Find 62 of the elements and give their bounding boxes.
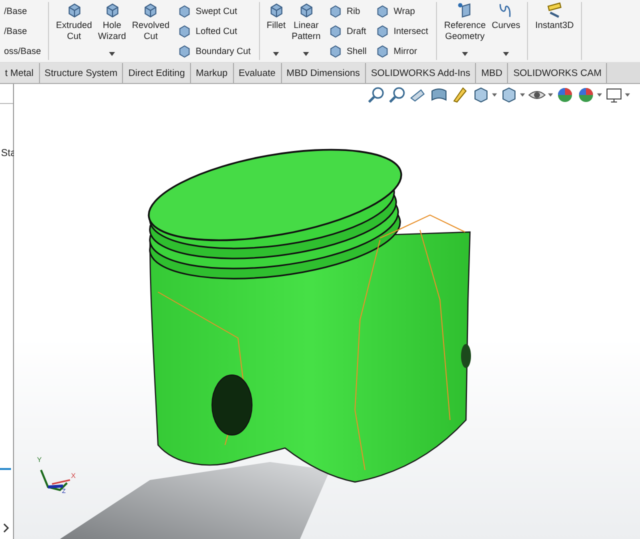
hexagon-icon [176, 24, 192, 38]
view-toolbar-button[interactable] [367, 86, 385, 104]
command-tab[interactable]: MBD [476, 63, 508, 83]
command-tab[interactable]: Direct Editing [123, 63, 191, 83]
view-toolbar-button[interactable] [577, 86, 602, 104]
cube-icon [66, 2, 83, 19]
hexagon-icon [328, 44, 343, 58]
ribbon-button[interactable]: Intersect [372, 22, 430, 40]
command-tab[interactable]: SOLIDWORKS Add-Ins [366, 63, 476, 83]
magnifier-icon [367, 86, 385, 104]
ribbon-button[interactable]: Fillet [264, 0, 289, 62]
command-tab[interactable]: Evaluate [234, 63, 282, 83]
color-ball-icon [556, 86, 574, 104]
ribbon-button[interactable]: Hole Wizard [95, 0, 130, 62]
cube-icon [472, 86, 490, 104]
monitor-icon [605, 86, 623, 104]
hexagon-icon [176, 44, 192, 58]
view-toolbar-button[interactable] [556, 86, 574, 104]
ribbon-button[interactable]: Revolved Cut [129, 0, 173, 62]
view-toolbar-button[interactable] [605, 86, 630, 104]
hexagon-icon [328, 24, 343, 38]
command-tab[interactable]: Structure System [40, 63, 124, 83]
ribbon-button[interactable]: Curves [488, 0, 524, 62]
ribbon-button[interactable]: /Base [2, 22, 42, 40]
ribbon-button[interactable]: Instant3D [532, 0, 577, 62]
hexagon-icon [374, 24, 390, 38]
hexagon-icon [328, 4, 343, 18]
view-toolbar-button[interactable] [500, 86, 525, 104]
ribbon-button[interactable]: Extruded Cut [53, 0, 96, 62]
view-toolbar-button[interactable] [472, 86, 497, 104]
magnifier-icon [388, 86, 406, 104]
ribbon-button[interactable]: Reference Geometry [441, 0, 489, 62]
ribbon-button[interactable]: Swept Cut [174, 2, 253, 20]
hexagon-icon [374, 4, 390, 18]
cube-icon [142, 2, 160, 19]
command-tab[interactable]: SOLIDWORKS CAM [508, 63, 608, 83]
cube-icon [104, 2, 121, 19]
ribbon-button[interactable]: Shell [326, 42, 369, 60]
ribbon-button[interactable]: oss/Base [2, 42, 42, 60]
hexagon-icon [176, 4, 192, 18]
ribbon-button[interactable]: Wrap [372, 2, 430, 20]
ribbon-button[interactable]: Lofted Cut [174, 22, 253, 40]
cube-icon [298, 2, 315, 19]
cube-icon [268, 2, 285, 19]
ribbon-button[interactable]: Mirror [372, 42, 430, 60]
color-ball-icon [577, 86, 595, 104]
command-tab[interactable]: t Metal [0, 63, 40, 83]
command-tab[interactable]: MBD Dimensions [282, 63, 366, 83]
ruler-icon [546, 2, 563, 19]
plane-icon [456, 2, 474, 19]
ribbon-button[interactable]: Boundary Cut [174, 42, 253, 60]
ribbon-button[interactable]: Rib [326, 2, 369, 20]
annotation-icon [451, 86, 469, 104]
view-toolbar-button[interactable] [451, 86, 469, 104]
view-toolbar-button[interactable] [388, 86, 406, 104]
ribbon-button[interactable]: /Base [2, 2, 42, 20]
ribbon-button[interactable]: Draft [326, 22, 369, 40]
hexagon-icon [374, 44, 390, 58]
cube-icon [500, 86, 518, 104]
ribbon-button[interactable]: Linear Pattern [288, 0, 324, 62]
chevron-icon[interactable] [2, 523, 10, 533]
command-tab[interactable]: Markup [190, 63, 234, 83]
